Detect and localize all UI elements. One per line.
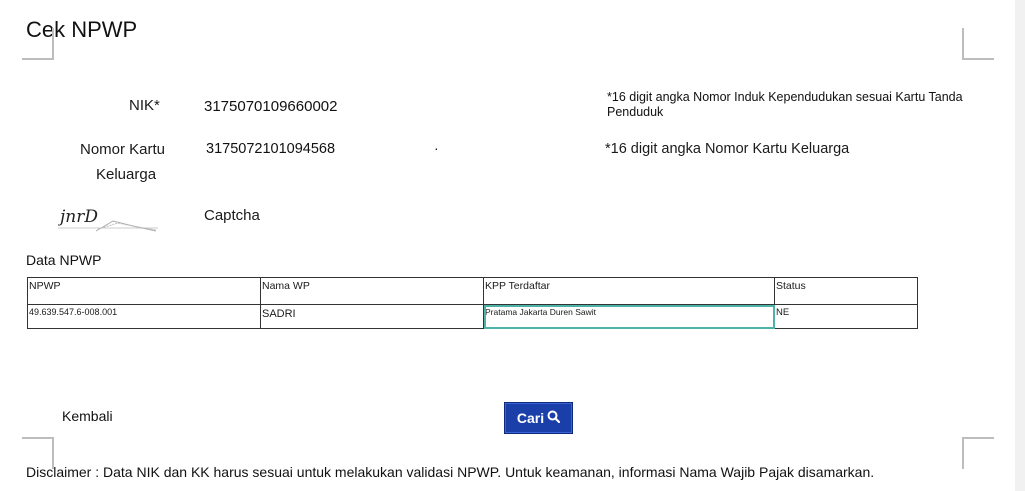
kk-field-dot: · (434, 140, 439, 156)
table-row: 49.639.547.6-008.001 SADRI Pratama Jakar… (27, 304, 918, 329)
table-header-row: NPWP Nama WP KPP Terdaftar Status (27, 277, 918, 305)
cell-nama-wp: SADRI (260, 304, 484, 329)
captcha-image: jnrD (56, 201, 158, 233)
captcha-label: Captcha (204, 207, 260, 224)
nik-hint: *16 digit angka Nomor Induk Kependudukan… (607, 90, 963, 119)
column-npwp: NPWP (27, 277, 261, 305)
disclaimer-text: Disclaimer : Data NIK dan KK harus sesua… (26, 464, 875, 480)
column-nama-wp: Nama WP (260, 277, 484, 305)
column-kpp-terdaftar: KPP Terdaftar (483, 277, 775, 305)
kk-label-line1: Nomor Kartu (80, 141, 166, 158)
corner-mark-bottom-right (962, 437, 994, 469)
cell-status: NE (774, 304, 918, 329)
cell-npwp: 49.639.547.6-008.001 (27, 304, 261, 329)
npwp-table: NPWP Nama WP KPP Terdaftar Status 49.639… (27, 277, 918, 329)
captcha-text: jnrD (58, 207, 98, 227)
back-link[interactable]: Kembali (62, 408, 113, 424)
kk-hint: *16 digit angka Nomor Kartu Keluarga (605, 141, 850, 157)
nik-field[interactable]: 3175070109660002 (204, 98, 337, 115)
corner-mark-top-left (22, 28, 54, 60)
column-status: Status (774, 277, 918, 305)
data-npwp-title: Data NPWP (26, 252, 102, 268)
kk-label-line2: Keluarga (96, 166, 157, 183)
page-edge (1015, 0, 1025, 491)
cell-kpp-terdaftar: Pratama Jakarta Duren Sawit (483, 304, 775, 329)
corner-mark-top-right (962, 28, 994, 60)
search-button[interactable]: Cari (504, 402, 573, 434)
nik-label: NIK* (129, 97, 160, 114)
search-button-label: Cari (516, 410, 545, 426)
kk-field[interactable]: 3175072101094568 (206, 141, 335, 157)
search-icon (547, 410, 561, 426)
